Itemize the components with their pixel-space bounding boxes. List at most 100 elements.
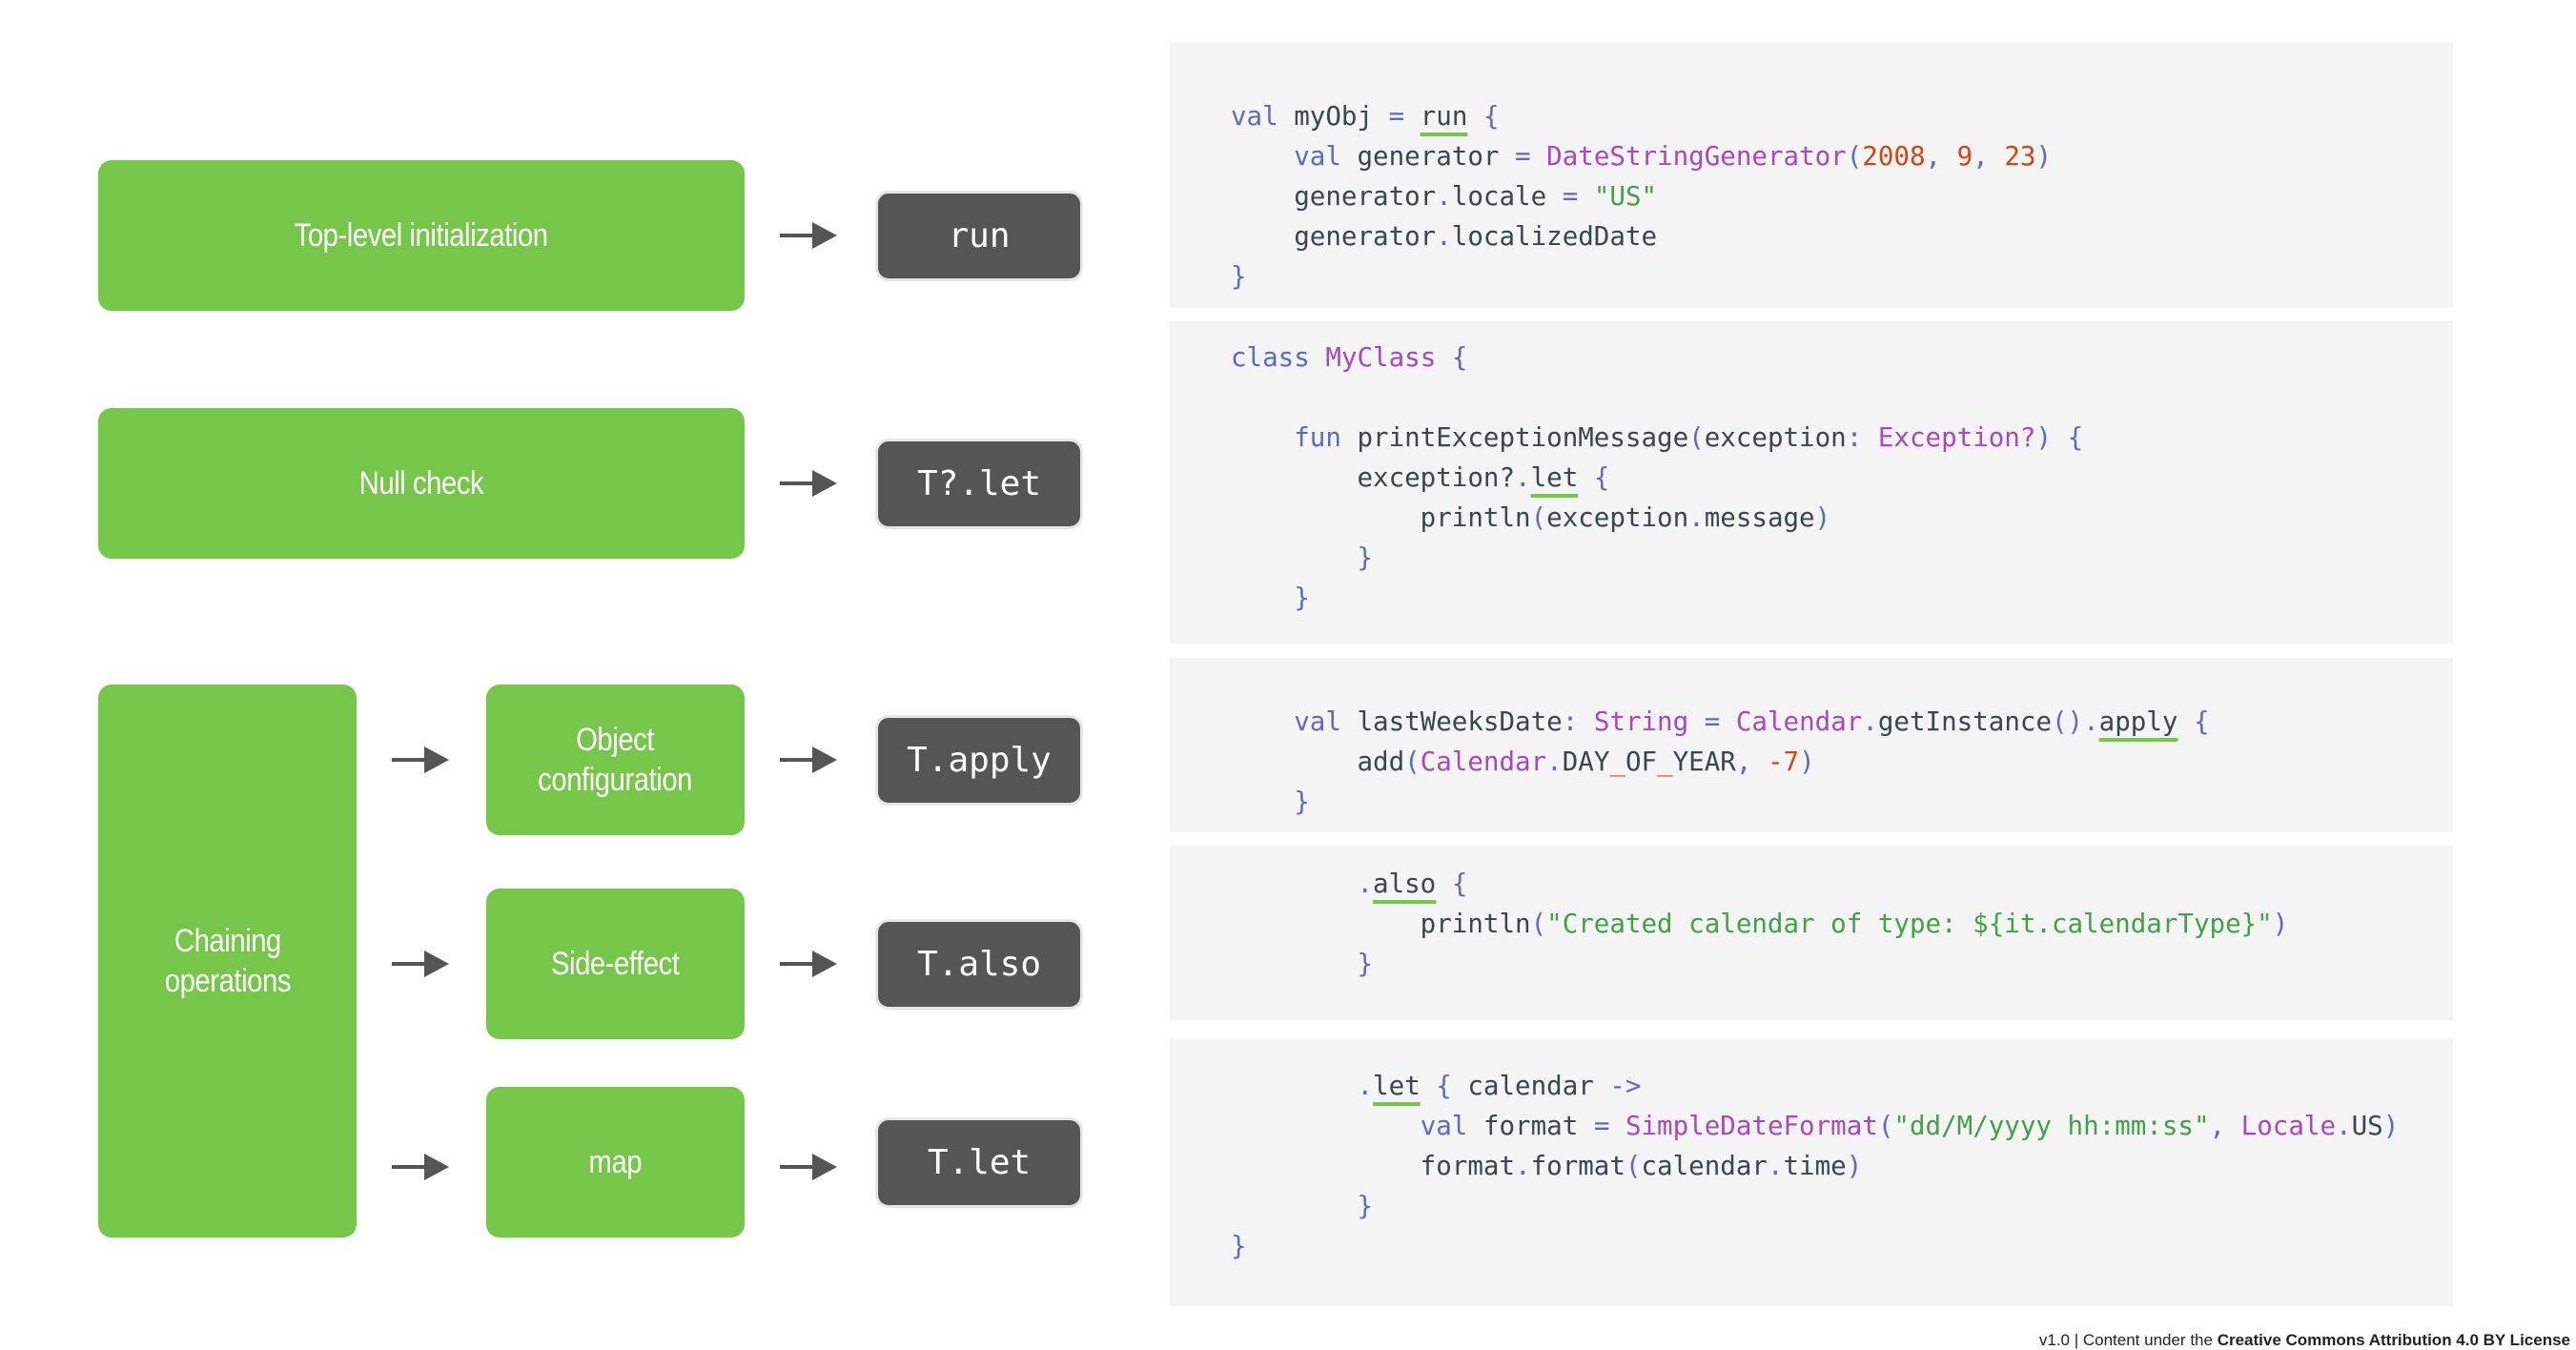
code-block: val lastWeeksDate: String = Calendar.get… xyxy=(1231,702,2210,822)
code-token: lastWeeksDate xyxy=(1340,706,1563,737)
code-token: { xyxy=(1451,342,1468,373)
use-case-label: Chaining operations xyxy=(164,923,291,999)
code-token: format xyxy=(1231,1151,1516,1181)
code-token: YEAR xyxy=(1672,747,1736,777)
code-token: ) xyxy=(2035,141,2053,172)
code-token: generator xyxy=(1231,181,1437,212)
code-token: val xyxy=(1231,101,1278,132)
code-token: Calendar xyxy=(1420,747,1547,777)
code-token: { xyxy=(2067,422,2084,453)
use-case-chaining-operations: Chaining operations xyxy=(98,685,357,1238)
code-token: , xyxy=(1735,747,1752,777)
code-token: val xyxy=(1294,141,1341,172)
code-token: = xyxy=(1562,181,1579,212)
code-token: locale xyxy=(1451,181,1563,212)
code-token: add xyxy=(1231,747,1405,777)
code-token: 9 xyxy=(1956,141,1973,172)
function-box-null-let: T?.let xyxy=(875,439,1083,529)
use-case-top-level-initialization: Top-level initialization xyxy=(98,160,745,311)
arrow-icon xyxy=(780,747,837,773)
arrow-icon xyxy=(392,1154,449,1180)
function-box-let: T.let xyxy=(875,1117,1083,1208)
code-token: calendar xyxy=(1451,1071,1610,1101)
code-token: Exception? xyxy=(1877,422,2036,453)
code-token: { xyxy=(1436,1071,1452,1101)
code-token: } xyxy=(1294,583,1310,613)
arrow-icon xyxy=(780,470,837,497)
code-token: printExceptionMessage xyxy=(1340,422,1689,453)
code-block: .let { calendar -> val format = SimpleDa… xyxy=(1231,1066,2399,1266)
code-token: ) xyxy=(2272,909,2289,939)
code-token: . xyxy=(1436,181,1452,212)
code-token: ) xyxy=(1846,1151,1863,1181)
step-object-configuration: Object configuration xyxy=(486,685,745,835)
code-token: , xyxy=(1973,141,2005,172)
code-token: println xyxy=(1231,909,1531,939)
code-token: ) xyxy=(2382,1111,2400,1141)
code-token: ( xyxy=(1404,747,1421,777)
code-token: exception xyxy=(1546,502,1689,533)
code-token: . xyxy=(2336,1111,2352,1141)
code-token: _ xyxy=(1657,747,1673,777)
code-token: class xyxy=(1231,342,1310,373)
code-token: { xyxy=(1482,101,1500,132)
code-token: } xyxy=(1357,542,1374,573)
license-link[interactable]: Creative Commons Attribution 4.0 BY Lice… xyxy=(2218,1331,2570,1349)
code-token: "Created calendar of type: ${it.calendar… xyxy=(1546,909,2273,939)
function-label: T.let xyxy=(927,1143,1032,1182)
code-token: . xyxy=(1688,502,1705,533)
code-token: time xyxy=(1783,1151,1847,1181)
code-token: getInstance xyxy=(1877,706,2052,737)
code-token: -7 xyxy=(1767,747,1800,777)
code-token: generator xyxy=(1231,221,1437,252)
arrow-icon xyxy=(392,747,449,773)
code-token: { xyxy=(2194,706,2210,737)
code-token: "US" xyxy=(1593,181,1658,212)
step-side-effect: Side-effect xyxy=(486,889,745,1039)
code-token: ( xyxy=(1530,909,1547,939)
code-line: } xyxy=(1231,256,2052,297)
code-token: = xyxy=(1515,141,1531,172)
arrow-icon xyxy=(392,951,449,977)
code-token: Calendar xyxy=(1735,706,1863,737)
code-token: } xyxy=(1357,949,1374,979)
code-token: myObj xyxy=(1278,101,1389,132)
code-token: -> xyxy=(1609,1071,1642,1101)
function-label: T?.let xyxy=(916,464,1042,503)
code-token: val xyxy=(1420,1111,1468,1141)
code-token: ( xyxy=(1688,422,1705,453)
code-token: } xyxy=(1231,1231,1247,1261)
code-token: . xyxy=(1436,221,1452,252)
code-token: { xyxy=(1593,462,1610,493)
code-line: generator.locale = "US" xyxy=(1231,176,2052,216)
code-token: ( xyxy=(1530,502,1547,533)
code-line: val myObj = run { xyxy=(1231,96,2052,136)
code-token: } xyxy=(1231,261,1247,292)
code-token: val xyxy=(1294,706,1341,737)
code-token: message xyxy=(1704,502,1815,533)
scope-function-token: apply xyxy=(2098,706,2178,737)
code-token: (). xyxy=(2052,706,2099,737)
code-token: } xyxy=(1357,1191,1374,1221)
code-block: val myObj = run { val generator = DateSt… xyxy=(1231,96,2052,297)
scope-function-token: also xyxy=(1373,869,1437,899)
arrow-icon xyxy=(780,222,837,249)
code-token: US xyxy=(2351,1111,2383,1141)
